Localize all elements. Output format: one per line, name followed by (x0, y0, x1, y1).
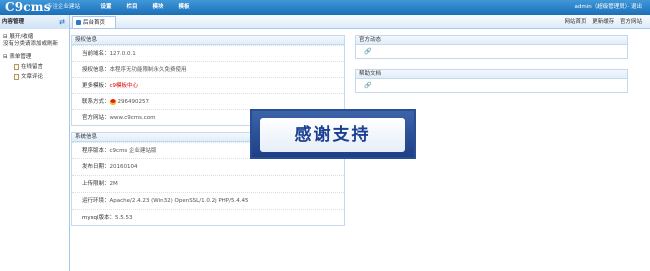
link-icon[interactable]: 🔗 (364, 83, 371, 89)
tree-root-label: 表单管理 (9, 54, 32, 60)
official-site-link[interactable]: www.c9cms.com (110, 115, 156, 121)
link-official-site[interactable]: 官方网站 (620, 19, 642, 25)
row-value: 5.5.53 (115, 215, 133, 221)
row-key: 官方网站： (82, 115, 110, 121)
tab-home[interactable]: 后台首页 (72, 16, 116, 28)
row-key: mysql版本： (82, 215, 115, 221)
info-row: 运行环境：Apache/2.4.23 (Win32) OpenSSL/1.0.2… (72, 192, 344, 209)
panel-title: 官方动态 (356, 36, 627, 45)
page-icon (14, 64, 19, 70)
sidebar-item-messages[interactable]: 在线留言 (14, 63, 43, 71)
row-value: 127.0.0.1 (109, 51, 136, 57)
row-value: 2M (109, 181, 118, 187)
tree-root-forms[interactable]: ⊟ 表单管理 (3, 53, 31, 61)
nav-item-settings[interactable]: 设置 (93, 0, 119, 15)
expand-label: 展开/收缩 (9, 34, 34, 40)
row-key: 发布日期： (82, 164, 110, 170)
tab-bullet-icon (76, 20, 81, 25)
info-row: 更多模板：c9模板中心 (72, 77, 344, 93)
template-center-link[interactable]: c9模板中心 (110, 83, 139, 89)
row-key: 联系方式： (82, 99, 110, 105)
panel-title: 授权信息 (72, 36, 344, 45)
sidebar-item-label: 文章评论 (21, 74, 44, 80)
page-icon (14, 74, 19, 80)
app-slogan: 专注企业建站 (47, 4, 81, 10)
info-row: 联系方式： 296490257 (72, 93, 344, 109)
main-nav: 设置 栏目 模块 模板 (93, 0, 197, 15)
row-value: 296490257 (117, 99, 150, 105)
info-row: 上传限制：2M (72, 175, 344, 192)
nav-item-modules[interactable]: 模块 (145, 0, 171, 15)
banner-text: 感谢支持 (260, 118, 405, 152)
help-panel: 帮助文档 🔗 (355, 69, 628, 93)
row-key: 当前域名： (82, 51, 110, 57)
row-key: 运行环境： (82, 198, 110, 204)
top-header: C9cms 专注企业建站 设置 栏目 模块 模板 admin（超级管理员）· 退… (0, 0, 650, 15)
sidebar-title-label: 内容管理 (2, 19, 25, 25)
sidebar-title: 内容管理 ⇄ (0, 15, 70, 29)
swap-icon[interactable]: ⇄ (58, 18, 66, 26)
tab-home-label: 后台首页 (83, 20, 106, 26)
nav-item-columns[interactable]: 栏目 (119, 0, 145, 15)
row-key: 上传限制： (82, 181, 110, 187)
sidebar-item-label: 在线留言 (21, 64, 44, 70)
row-key: 授权信息： (82, 67, 110, 73)
row-value: c9cms 企业建站版 (109, 148, 157, 154)
row-key: 更多模板： (82, 83, 110, 89)
row-value: Apache/2.4.23 (Win32) OpenSSL/1.0.2j PHP… (109, 198, 249, 204)
sidebar: ⊟ 展开/收缩 没有分类请添加或刷新 ⊟ 表单管理 在线留言 文章评论 (0, 29, 70, 271)
thanks-banner: 感谢支持 (250, 109, 416, 159)
quick-links: 网站首页 更新缓存 官方网站 (560, 15, 642, 29)
row-value: 20160104 (109, 164, 138, 170)
nav-item-templates[interactable]: 模板 (171, 0, 197, 15)
info-row: 发布日期：20160104 (72, 158, 344, 175)
user-info[interactable]: admin（超级管理员）· 退出 (575, 0, 642, 15)
news-panel: 官方动态 🔗 (355, 35, 628, 59)
expand-collapse[interactable]: ⊟ 展开/收缩 没有分类请添加或刷新 (3, 34, 58, 48)
info-row: 授权信息：本程序无功能限制永久免费使用 (72, 61, 344, 77)
app-logo[interactable]: C9cms (5, 0, 51, 15)
panel-title: 帮助文档 (356, 70, 627, 79)
row-key: 程序版本： (82, 148, 110, 154)
qq-icon[interactable] (109, 98, 116, 105)
row-value: 本程序无功能限制永久免费使用 (109, 67, 187, 73)
link-icon[interactable]: 🔗 (364, 49, 371, 55)
sidebar-hint: 没有分类请添加或刷新 (3, 41, 59, 47)
sub-toolbar: 内容管理 ⇄ 后台首页 网站首页 更新缓存 官方网站 (0, 15, 650, 29)
info-row: 当前域名：127.0.0.1 (72, 45, 344, 61)
link-site-home[interactable]: 网站首页 (564, 19, 586, 25)
sidebar-item-comments[interactable]: 文章评论 (14, 73, 43, 81)
info-row: mysql版本：5.5.53 (72, 209, 344, 226)
link-update-cache[interactable]: 更新缓存 (592, 19, 614, 25)
